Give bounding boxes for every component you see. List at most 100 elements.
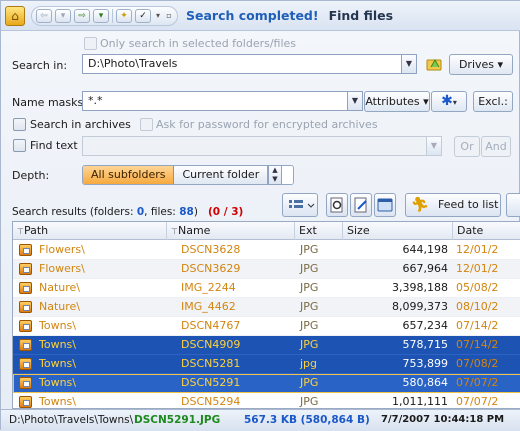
column-ext[interactable]: Ext <box>295 222 343 240</box>
name-masks-label: Name masks: <box>12 96 87 109</box>
forward-dropdown-icon[interactable]: ▾ <box>93 8 109 23</box>
ask-password-checkbox[interactable] <box>140 118 153 131</box>
customize-icon[interactable]: ▫ <box>165 11 173 20</box>
depth-spinner[interactable]: ▲ ▼ <box>268 165 282 185</box>
depth-selector: All subfolders Current folder <box>82 165 295 185</box>
table-row[interactable]: Towns\ DSCN5291 JPG 580,864 07/07/2 <box>13 374 520 393</box>
cell-path: Nature\ <box>39 281 81 294</box>
cell-name: DSCN4909 <box>181 338 241 351</box>
current-folder-option[interactable]: Current folder <box>174 166 268 184</box>
search-archives-label: Search in archives <box>30 118 131 131</box>
column-size-label: Size <box>347 224 370 237</box>
exclude-button[interactable]: Excl.: <box>473 91 513 112</box>
check-icon[interactable]: ✓ <box>135 8 151 23</box>
search-in-dropdown[interactable]: ▼ <box>401 54 417 74</box>
forward-arrow-icon[interactable]: ⇨ <box>74 8 90 23</box>
search-archives-checkbox[interactable] <box>13 118 26 131</box>
go-to-file-button[interactable] <box>374 193 396 217</box>
next-toolbar-button[interactable] <box>506 193 520 217</box>
cell-date: 12/01/2 <box>456 243 499 256</box>
cell-name: DSCN5294 <box>181 395 241 408</box>
find-text-dropdown[interactable]: ▼ <box>426 136 442 156</box>
and-label: And <box>485 140 507 153</box>
find-text-input[interactable] <box>82 136 427 156</box>
column-name[interactable]: ⊤Name <box>167 222 295 240</box>
feed-to-list-button[interactable]: 🏃︎ Feed to list <box>405 193 501 217</box>
name-masks-input[interactable]: *.* <box>82 91 348 111</box>
image-file-icon <box>19 282 32 294</box>
column-path[interactable]: ⊤Path <box>13 222 167 240</box>
app-icon[interactable]: ⌂ <box>5 5 25 26</box>
cell-size: 578,715 <box>402 338 449 351</box>
edit-icon <box>354 197 367 213</box>
edit-file-button[interactable] <box>350 193 372 217</box>
image-file-icon <box>19 244 32 256</box>
feed-to-list-label: Feed to list <box>438 198 499 211</box>
cell-ext: jpg <box>300 357 318 370</box>
cell-date: 07/08/2 <box>456 357 499 370</box>
view-mode-button[interactable] <box>282 193 318 217</box>
cell-path: Towns\ <box>39 338 76 351</box>
cell-ext: JPG <box>300 319 319 332</box>
drives-button[interactable]: Drives ▾ <box>449 54 513 75</box>
and-button[interactable]: And <box>481 136 511 157</box>
exclude-label: Excl.: <box>478 95 508 108</box>
table-row[interactable]: Towns\ DSCN4767 JPG 657,234 07/14/2 <box>13 317 520 336</box>
column-name-label: Name <box>177 224 211 237</box>
view-file-button[interactable] <box>326 193 348 217</box>
wildcard-button[interactable]: ✱▾ <box>431 91 467 112</box>
column-path-label: Path <box>23 224 49 237</box>
image-file-icon <box>19 339 32 351</box>
cell-path: Towns\ <box>39 357 76 370</box>
cell-date: 12/01/2 <box>456 262 499 275</box>
or-button[interactable]: Or <box>454 136 480 157</box>
cell-date: 08/10/2 <box>456 300 499 313</box>
table-row[interactable]: Towns\ DSCN4909 JPG 578,715 07/14/2 <box>13 336 520 355</box>
image-file-icon <box>19 263 32 275</box>
image-file-icon <box>19 320 32 332</box>
cell-ext: JPG <box>300 243 319 256</box>
cell-ext: JPG <box>300 395 319 408</box>
back-dropdown-icon[interactable]: ▾ <box>55 8 71 23</box>
name-masks-dropdown[interactable]: ▼ <box>347 91 363 111</box>
depth-label: Depth: <box>12 169 50 182</box>
back-arrow-icon[interactable]: ⇦ <box>36 8 52 23</box>
browse-folder-icon[interactable] <box>425 55 443 73</box>
only-selected-checkbox[interactable] <box>84 37 97 50</box>
window-title: Find files <box>328 8 394 23</box>
cell-size: 753,899 <box>402 357 449 370</box>
cell-ext: JPG <box>300 281 319 294</box>
cell-date: 07/07/2 <box>456 376 499 389</box>
table-row[interactable]: Flowers\ DSCN3629 JPG 667,964 12/01/2 <box>13 260 520 279</box>
toolbar-separator <box>112 8 113 23</box>
all-subfolders-option[interactable]: All subfolders <box>83 166 175 184</box>
ask-password-label: Ask for password for encrypted archives <box>156 118 378 131</box>
or-label: Or <box>460 140 474 153</box>
find-files-window: ⌂ ⇦ ▾ ⇨ ▾ ✦ ✓ ▾ ▫ Search completed! Find… <box>0 0 520 431</box>
window-icon <box>377 198 393 212</box>
cell-path: Towns\ <box>39 319 76 332</box>
status-size: 567.3 KB (580,864 B) <box>244 414 370 426</box>
table-row[interactable]: Towns\ DSCN5281 jpg 753,899 07/08/2 <box>13 355 520 374</box>
cell-path: Towns\ <box>39 395 76 408</box>
search-in-input[interactable]: D:\Photo\Travels <box>82 54 402 74</box>
column-date[interactable]: Date <box>453 222 520 240</box>
cell-date: 07/07/2 <box>456 395 499 408</box>
attributes-button[interactable]: Attributes ▾ <box>364 91 430 112</box>
table-row[interactable]: Flowers\ DSCN3628 JPG 644,198 12/01/2 <box>13 241 520 260</box>
table-row[interactable]: Nature\ IMG_4462 JPG 8,099,373 08/10/2 <box>13 298 520 317</box>
check-dropdown-icon[interactable]: ▾ <box>154 11 162 20</box>
find-text-checkbox[interactable] <box>13 139 26 152</box>
table-row[interactable]: Towns\ DSCN5294 JPG 1,011,111 07/07/2 <box>13 393 520 408</box>
column-ext-label: Ext <box>299 224 317 237</box>
results-file-count: 88 <box>179 206 194 218</box>
cell-path: Nature\ <box>39 300 81 313</box>
column-size[interactable]: Size <box>343 222 453 240</box>
table-row[interactable]: Nature\ IMG_2244 JPG 3,398,188 05/08/2 <box>13 279 520 298</box>
new-search-icon[interactable]: ✦ <box>116 8 132 23</box>
cell-name: DSCN4767 <box>181 319 241 332</box>
cell-name: IMG_4462 <box>181 300 236 313</box>
cell-name: DSCN3629 <box>181 262 241 275</box>
results-suffix: ) <box>193 206 198 218</box>
cell-date: 07/14/2 <box>456 319 499 332</box>
